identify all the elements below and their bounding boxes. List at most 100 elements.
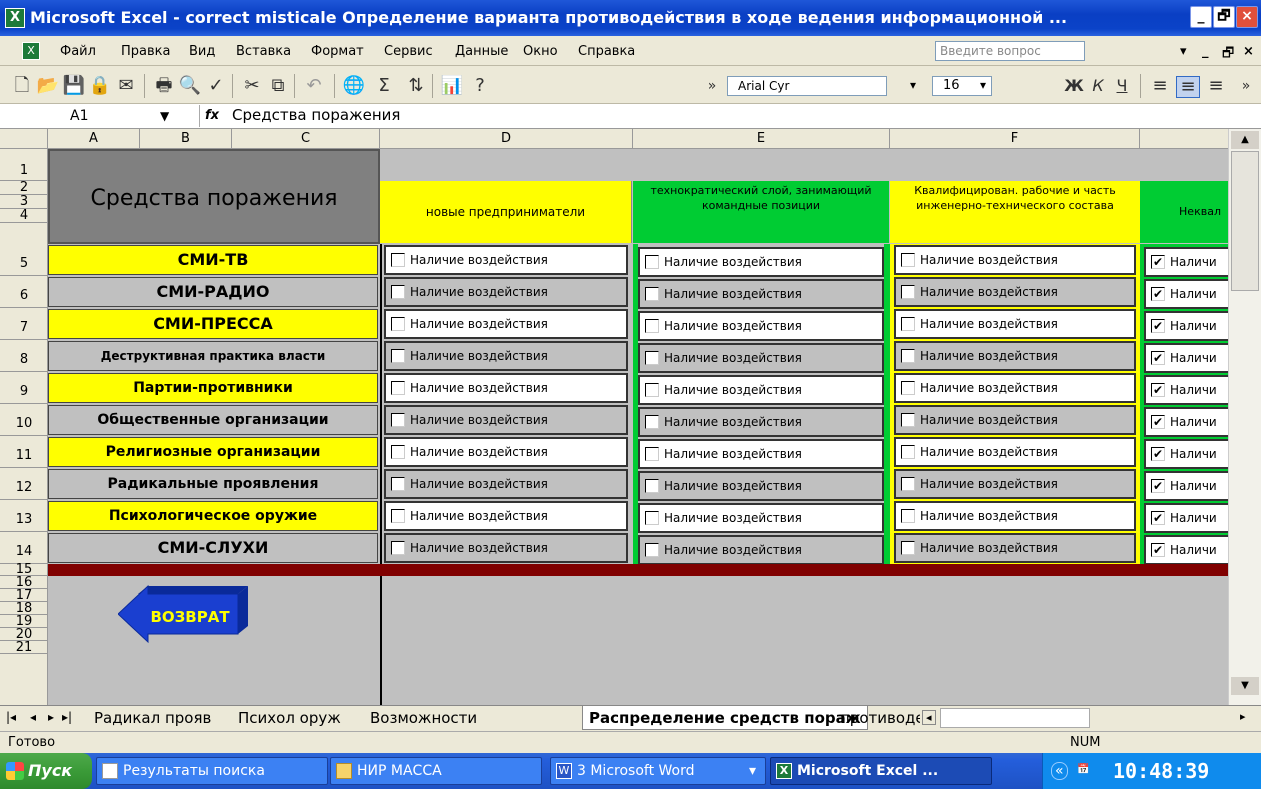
- checkbox-box-icon[interactable]: [901, 477, 915, 491]
- first-sheet-icon[interactable]: |◂: [6, 710, 16, 724]
- checkbox-checked-icon[interactable]: ✔: [1151, 319, 1165, 333]
- row-header[interactable]: 1: [0, 149, 48, 181]
- scroll-thumb[interactable]: [1231, 151, 1259, 291]
- menu-edit[interactable]: Правка: [121, 44, 170, 59]
- item-label[interactable]: СМИ-ТВ: [48, 245, 378, 275]
- checkbox-presence-of-impact[interactable]: Наличие воздействия: [638, 311, 884, 341]
- checkbox-presence-of-impact[interactable]: Наличие воздействия: [638, 343, 884, 373]
- checkbox-checked-icon[interactable]: ✔: [1151, 383, 1165, 397]
- align-center-icon[interactable]: ≡: [1176, 76, 1200, 98]
- menu-format[interactable]: Формат: [311, 44, 364, 59]
- column-header-f[interactable]: F: [890, 129, 1140, 149]
- minimize-button[interactable]: _: [1190, 6, 1212, 28]
- checkbox-box-icon[interactable]: [901, 413, 915, 427]
- hyperlink-icon[interactable]: 🌐: [342, 76, 366, 96]
- column-header-a[interactable]: A: [48, 129, 140, 149]
- checkbox-box-icon[interactable]: [391, 477, 405, 491]
- checkbox-box-icon[interactable]: [645, 447, 659, 461]
- checkbox-presence-of-impact[interactable]: ✔ Наличи: [1144, 247, 1228, 277]
- item-label[interactable]: Психологическое оружие: [48, 501, 378, 531]
- checkbox-presence-of-impact[interactable]: ✔ Наличи: [1144, 439, 1228, 469]
- row-header[interactable]: 2: [0, 181, 48, 195]
- autosum-icon[interactable]: Σ: [372, 76, 396, 96]
- checkbox-box-icon[interactable]: [901, 381, 915, 395]
- taskbar-item-folder[interactable]: НИР МАССА: [330, 757, 542, 785]
- checkbox-presence-of-impact[interactable]: Наличие воздействия: [894, 405, 1136, 435]
- checkbox-checked-icon[interactable]: ✔: [1151, 287, 1165, 301]
- checkbox-box-icon[interactable]: [391, 349, 405, 363]
- show-hidden-icons-icon[interactable]: «: [1051, 762, 1068, 780]
- header-e-cell[interactable]: технократический слой, занимающий команд…: [633, 181, 889, 243]
- row-header[interactable]: 9: [0, 372, 48, 404]
- next-sheet-icon[interactable]: ▸: [48, 710, 54, 724]
- maximize-button[interactable]: 🗗: [1213, 6, 1235, 28]
- align-left-icon[interactable]: ≡: [1148, 76, 1172, 96]
- save-icon[interactable]: 💾: [62, 76, 86, 96]
- horizontal-scrollbar[interactable]: [940, 708, 1090, 728]
- doc-close-button[interactable]: ×: [1243, 44, 1254, 59]
- checkbox-box-icon[interactable]: [901, 349, 915, 363]
- scroll-up-icon[interactable]: ▲: [1231, 131, 1259, 149]
- checkbox-box-icon[interactable]: [645, 255, 659, 269]
- checkbox-box-icon[interactable]: [391, 509, 405, 523]
- checkbox-presence-of-impact[interactable]: Наличие воздействия: [638, 407, 884, 437]
- checkbox-presence-of-impact[interactable]: Наличие воздействия: [638, 535, 884, 565]
- menu-tools[interactable]: Сервис: [384, 44, 433, 59]
- doc-dropdown-icon[interactable]: ▾: [1180, 44, 1187, 59]
- doc-minimize-button[interactable]: _: [1202, 44, 1209, 59]
- worksheet-grid[interactable]: Средства поражения новые предприниматели…: [48, 149, 1228, 705]
- last-sheet-icon[interactable]: ▸|: [62, 710, 72, 724]
- row-header[interactable]: 4: [0, 209, 48, 223]
- checkbox-presence-of-impact[interactable]: Наличие воздействия: [894, 437, 1136, 467]
- checkbox-box-icon[interactable]: [645, 415, 659, 429]
- checkbox-presence-of-impact[interactable]: ✔ Наличи: [1144, 279, 1228, 309]
- checkbox-box-icon[interactable]: [645, 351, 659, 365]
- spelling-icon[interactable]: ✓: [204, 76, 228, 96]
- menu-insert[interactable]: Вставка: [236, 44, 291, 59]
- checkbox-presence-of-impact[interactable]: Наличие воздействия: [638, 247, 884, 277]
- checkbox-presence-of-impact[interactable]: Наличие воздействия: [894, 277, 1136, 307]
- checkbox-box-icon[interactable]: [391, 381, 405, 395]
- checkbox-checked-icon[interactable]: ✔: [1151, 543, 1165, 557]
- toolbar-options-icon[interactable]: »: [700, 76, 724, 96]
- checkbox-checked-icon[interactable]: ✔: [1151, 351, 1165, 365]
- checkbox-presence-of-impact[interactable]: Наличие воздействия: [894, 533, 1136, 563]
- sheet-tab[interactable]: Радикал прояв: [94, 709, 211, 727]
- checkbox-presence-of-impact[interactable]: Наличие воздействия: [894, 341, 1136, 371]
- chart-wizard-icon[interactable]: 📊: [440, 76, 464, 96]
- permission-icon[interactable]: 🔒: [88, 76, 112, 96]
- insert-function-icon[interactable]: fx: [205, 108, 219, 123]
- toolbar-options-icon-2[interactable]: »: [1234, 76, 1258, 96]
- checkbox-box-icon[interactable]: [391, 253, 405, 267]
- print-icon[interactable]: 🖶: [152, 76, 176, 96]
- checkbox-box-icon[interactable]: [901, 445, 915, 459]
- checkbox-presence-of-impact[interactable]: ✔ Наличи: [1144, 407, 1228, 437]
- column-header-e[interactable]: E: [633, 129, 890, 149]
- workbook-icon[interactable]: X: [22, 42, 40, 60]
- scroll-down-icon[interactable]: ▼: [1231, 677, 1259, 695]
- taskbar-item-search[interactable]: Результаты поиска: [96, 757, 328, 785]
- checkbox-box-icon[interactable]: [391, 541, 405, 555]
- align-right-icon[interactable]: ≡: [1204, 76, 1228, 96]
- item-label[interactable]: Религиозные организации: [48, 437, 378, 467]
- checkbox-presence-of-impact[interactable]: Наличие воздействия: [384, 277, 628, 307]
- row-header[interactable]: 5: [0, 244, 48, 276]
- checkbox-checked-icon[interactable]: ✔: [1151, 415, 1165, 429]
- row-header[interactable]: 11: [0, 436, 48, 468]
- group-dropdown-icon[interactable]: ▾: [749, 758, 756, 784]
- font-dropdown-icon[interactable]: ▾: [910, 78, 916, 92]
- checkbox-box-icon[interactable]: [645, 383, 659, 397]
- checkbox-box-icon[interactable]: [391, 285, 405, 299]
- checkbox-presence-of-impact[interactable]: Наличие воздействия: [894, 245, 1136, 275]
- print-preview-icon[interactable]: 🔍: [178, 76, 202, 96]
- column-header-b[interactable]: B: [140, 129, 232, 149]
- checkbox-box-icon[interactable]: [645, 287, 659, 301]
- checkbox-presence-of-impact[interactable]: Наличие воздействия: [894, 501, 1136, 531]
- undo-icon[interactable]: ↶: [302, 76, 326, 96]
- clock[interactable]: 10:48:39: [1113, 759, 1209, 783]
- checkbox-presence-of-impact[interactable]: Наличие воздействия: [384, 405, 628, 435]
- item-label[interactable]: СМИ-ПРЕССА: [48, 309, 378, 339]
- bold-button[interactable]: Ж: [1062, 76, 1086, 96]
- new-icon[interactable]: 🗋: [10, 76, 34, 96]
- checkbox-box-icon[interactable]: [645, 511, 659, 525]
